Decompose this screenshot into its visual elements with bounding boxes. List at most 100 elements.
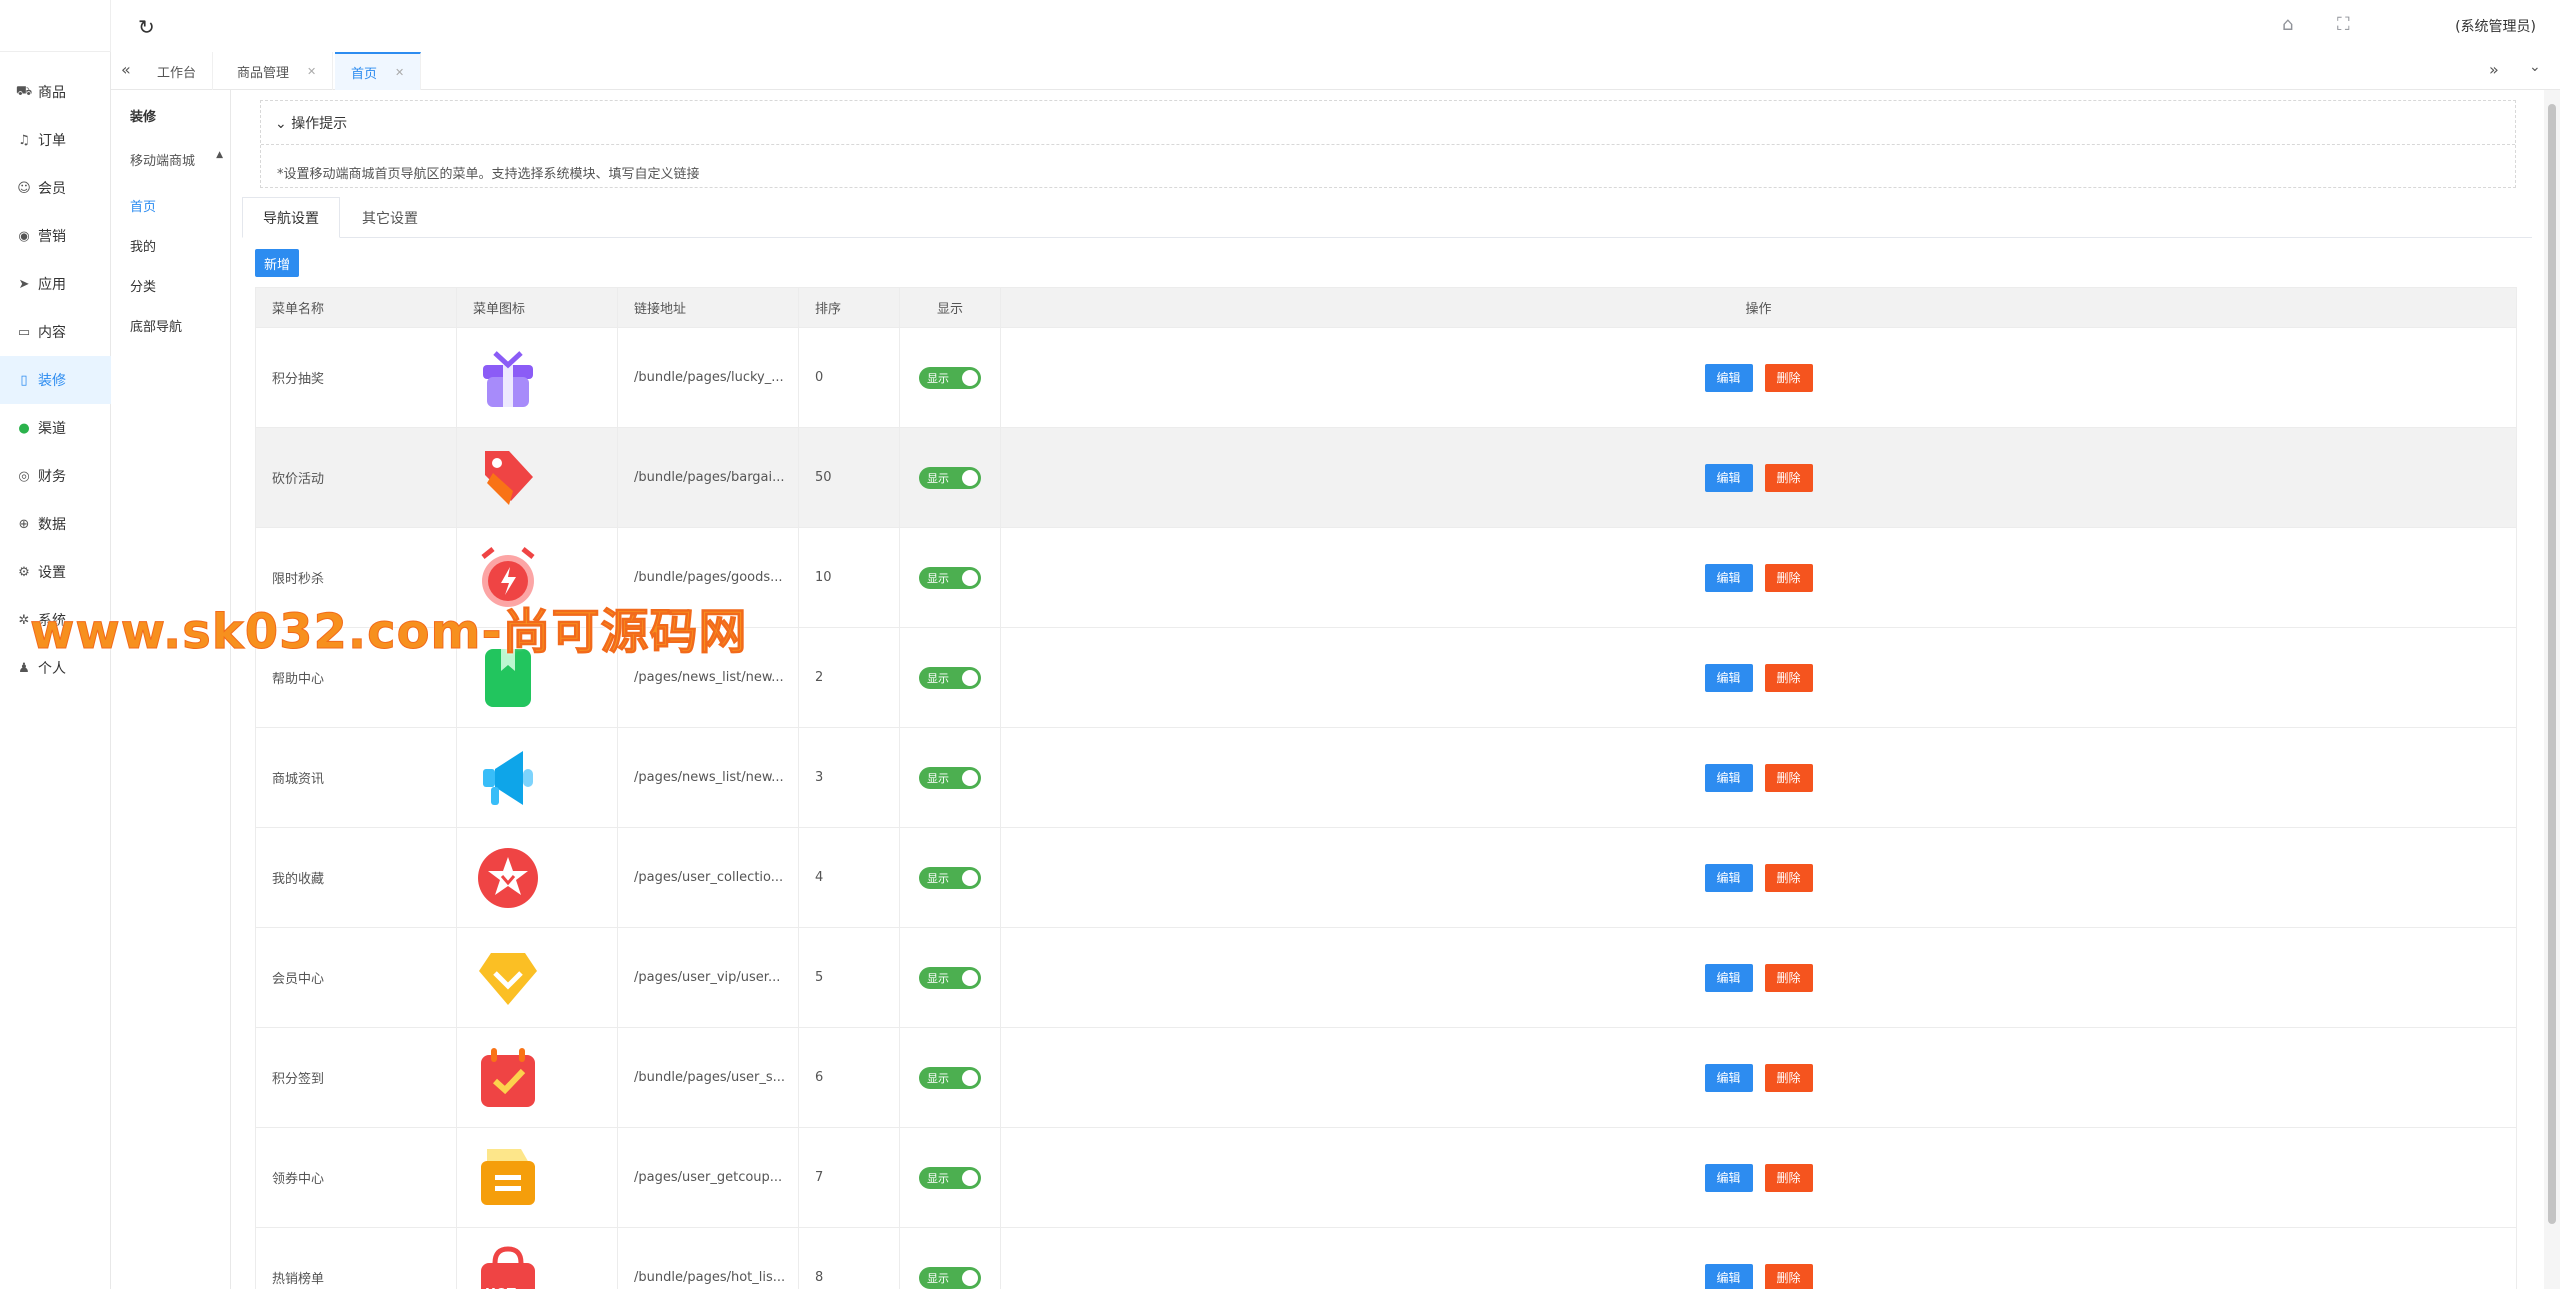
sidebar-item[interactable]: ⛟ 商品 (0, 68, 111, 116)
delete-button[interactable]: 删除 (1764, 1163, 1813, 1192)
chevron-double-right-icon[interactable]: » (2489, 60, 2499, 79)
sidebar-item-label: 装修 (38, 373, 66, 389)
delete-button[interactable]: 删除 (1764, 463, 1813, 492)
star-badge-icon (473, 843, 543, 913)
refresh-icon[interactable]: ↻ (138, 15, 155, 39)
top-bar: ↻ ⌂ ⛶ (系统管理员) (0, 0, 2560, 52)
cell-show: 显示 (899, 727, 1001, 828)
show-toggle[interactable]: 显示 (919, 666, 981, 689)
sidebar-item[interactable]: ♫ 订单 (0, 116, 111, 164)
cell-show: 显示 (899, 327, 1001, 428)
table-row: 领券中心/pages/user_getcoup... 7 显示 编辑 删除 (255, 1127, 2517, 1228)
cell-link: /bundle/pages/bargai... (617, 427, 799, 528)
calendar-check-icon (473, 1043, 543, 1113)
gear-icon: ⚙ (18, 564, 30, 580)
subnav-group[interactable]: 移动端商城 ▲ (111, 150, 231, 169)
sidebar-item[interactable]: ● 渠道 (0, 404, 111, 452)
cell-show: 显示 (899, 427, 1001, 528)
cell-link: /pages/user_vip/user... (617, 927, 799, 1028)
show-toggle[interactable]: 显示 (919, 566, 981, 589)
sidebar-item[interactable]: ⊕ 数据 (0, 500, 111, 548)
sidebar-item[interactable]: ◉ 营销 (0, 212, 111, 260)
nav-table: 菜单名称 菜单图标 链接地址 排序 显示 操作 积分抽奖/bundle/page… (255, 287, 2517, 1289)
delete-button[interactable]: 删除 (1764, 763, 1813, 792)
cell-menu-name: 热销榜单 (255, 1227, 457, 1289)
show-toggle[interactable]: 显示 (919, 766, 981, 789)
chevron-double-left-icon[interactable]: « (121, 60, 131, 79)
subnav-item-category[interactable]: 分类 (111, 276, 231, 295)
sidebar-item[interactable]: ▯ 装修 (0, 356, 111, 404)
add-button[interactable]: 新增 (255, 249, 299, 277)
delete-button[interactable]: 删除 (1764, 1063, 1813, 1092)
subnav-item-bottom-nav[interactable]: 底部导航 (111, 316, 231, 335)
tab-label: 工作台 (157, 65, 197, 81)
close-icon[interactable]: ✕ (395, 66, 404, 79)
bell-icon: ♫ (18, 132, 30, 148)
delete-button[interactable]: 删除 (1764, 1263, 1813, 1289)
sidebar-item[interactable]: ⚙ 设置 (0, 548, 111, 596)
toggle-label: 显示 (927, 571, 949, 585)
tab-workbench[interactable]: 工作台 (141, 52, 214, 90)
scrollbar[interactable] (2544, 90, 2560, 1289)
show-toggle[interactable]: 显示 (919, 1166, 981, 1189)
close-icon[interactable]: ✕ (307, 65, 316, 78)
show-toggle[interactable]: 显示 (919, 1066, 981, 1089)
delete-button[interactable]: 删除 (1764, 963, 1813, 992)
delete-button[interactable]: 删除 (1764, 663, 1813, 692)
sidebar-item[interactable]: ◎ 财务 (0, 452, 111, 500)
subnav-item-mine[interactable]: 我的 (111, 236, 231, 255)
scrollbar-thumb[interactable] (2548, 104, 2556, 1224)
tab-home[interactable]: 首页 ✕ (335, 52, 422, 90)
delete-button[interactable]: 删除 (1764, 363, 1813, 392)
edit-button[interactable]: 编辑 (1704, 463, 1753, 492)
sidebar-item[interactable]: ➤ 应用 (0, 260, 111, 308)
admin-user-label[interactable]: (系统管理员) (2455, 16, 2536, 36)
edit-button[interactable]: 编辑 (1704, 1163, 1753, 1192)
delete-button[interactable]: 删除 (1764, 563, 1813, 592)
subnav-item-home[interactable]: 首页 (111, 196, 231, 215)
chevron-down-icon[interactable]: ⌄ (2529, 59, 2541, 75)
cell-sort: 3 (798, 727, 900, 828)
sidebar-item-label: 设置 (38, 565, 66, 581)
tab-other-settings[interactable]: 其它设置 (342, 197, 438, 238)
user-icon: ☺ (17, 180, 31, 196)
edit-button[interactable]: 编辑 (1704, 663, 1753, 692)
edit-button[interactable]: 编辑 (1704, 563, 1753, 592)
tab-product-manage[interactable]: 商品管理 ✕ (221, 52, 334, 90)
marketing-icon: ◉ (18, 228, 30, 244)
fullscreen-icon[interactable]: ⛶ (2337, 14, 2350, 35)
delete-button[interactable]: 删除 (1764, 863, 1813, 892)
edit-button[interactable]: 编辑 (1704, 863, 1753, 892)
edit-button[interactable]: 编辑 (1704, 763, 1753, 792)
cell-actions: 编辑 删除 (1000, 627, 2517, 728)
table-row: 热销榜单 HOT/bundle/pages/hot_lis...8 显示 编辑删除 (255, 1227, 2517, 1289)
cell-sort: 50 (798, 427, 900, 528)
cell-actions: 编辑 删除 (1000, 1127, 2517, 1228)
sidebar-item[interactable]: ♟ 个人 (0, 644, 111, 692)
edit-button[interactable]: 编辑 (1704, 1063, 1753, 1092)
th-show: 显示 (899, 287, 1001, 328)
cell-menu-name: 我的收藏 (255, 827, 457, 928)
sidebar-item[interactable]: ☺ 会员 (0, 164, 111, 212)
show-toggle[interactable]: 显示 (919, 866, 981, 889)
show-toggle[interactable]: 显示 (919, 366, 981, 389)
cell-sort: 2 (798, 627, 900, 728)
show-toggle[interactable]: 显示 (919, 966, 981, 989)
sidebar-item[interactable]: ▭ 内容 (0, 308, 111, 356)
cell-link: /pages/user_getcoup... (617, 1127, 799, 1228)
tip-header[interactable]: ⌄ 操作提示 (275, 113, 347, 133)
toggle-label: 显示 (927, 671, 949, 685)
show-toggle[interactable]: 显示 (919, 1266, 981, 1289)
tab-nav-settings[interactable]: 导航设置 (242, 197, 340, 238)
tip-title: 操作提示 (291, 116, 348, 132)
cell-actions: 编辑 删除 (1000, 1027, 2517, 1128)
tag-icon[interactable]: ⌂ (2282, 14, 2293, 35)
sidebar-item[interactable]: ✲ 系统 (0, 596, 111, 644)
edit-button[interactable]: 编辑 (1704, 1263, 1753, 1289)
show-toggle[interactable]: 显示 (919, 466, 981, 489)
cell-link: /bundle/pages/goods... (617, 527, 799, 628)
edit-button[interactable]: 编辑 (1704, 963, 1753, 992)
cell-menu-icon (456, 727, 618, 828)
edit-button[interactable]: 编辑 (1704, 363, 1753, 392)
toggle-label: 显示 (927, 471, 949, 485)
